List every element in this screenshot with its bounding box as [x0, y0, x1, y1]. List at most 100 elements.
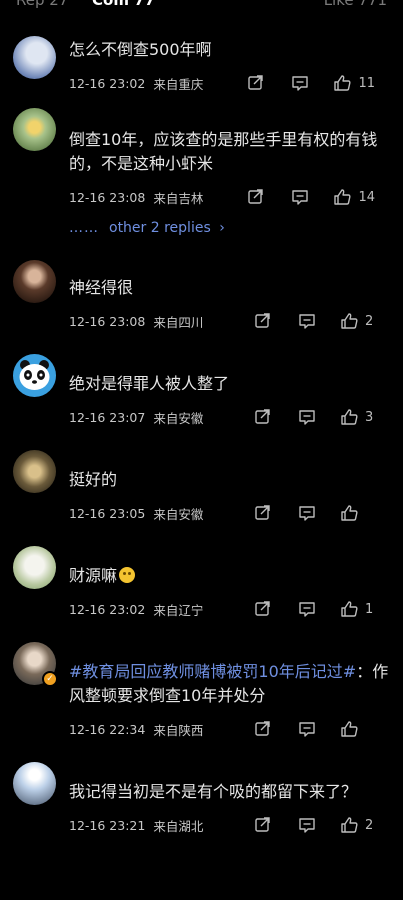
- share-button[interactable]: [254, 816, 272, 834]
- share-icon: [255, 505, 270, 520]
- comment-time: 12-16 23:21: [69, 817, 146, 833]
- avatar[interactable]: [13, 108, 56, 151]
- avatar[interactable]: [13, 762, 56, 805]
- avatar[interactable]: [13, 260, 56, 303]
- comment-item[interactable]: 怎么不倒查500年啊 12-16 23:02 来自重庆 11: [0, 18, 403, 94]
- comment-actions: [254, 718, 375, 740]
- panda-avatar: [19, 360, 50, 390]
- like-icon: [341, 817, 358, 833]
- comment-actions: 11: [247, 72, 375, 94]
- like-button[interactable]: [340, 720, 375, 738]
- comment-icon: [299, 818, 315, 833]
- like-button[interactable]: 11: [333, 74, 375, 92]
- like-icon: [341, 601, 358, 617]
- comment-item[interactable]: 挺好的 12-16 23:05 来自安徽: [0, 428, 403, 524]
- reply-button[interactable]: [298, 408, 316, 426]
- reply-button[interactable]: [298, 816, 316, 834]
- share-icon: [255, 313, 270, 328]
- comment-item[interactable]: 倒查10年，应该查的是那些手里有权的有钱的，不是这种小虾米 12-16 23:0…: [0, 94, 403, 238]
- username[interactable]: [69, 354, 389, 368]
- share-icon: [248, 75, 264, 90]
- comment-icon: [292, 190, 309, 205]
- comment-tabs: Rep 27 Com 77 Like 771: [0, 0, 403, 18]
- comment-actions: 1: [254, 598, 375, 620]
- comment-item[interactable]: 财源嘛 12-16 23:02 来自辽宁 1: [0, 524, 403, 620]
- comment-meta: 12-16 23:21 来自湖北 2: [69, 814, 389, 836]
- comment-item[interactable]: 绝对是得罪人被人整了 12-16 23:07 来自安徽 3: [0, 332, 403, 428]
- tab-likes[interactable]: Like 771: [324, 0, 387, 9]
- share-icon: [255, 817, 270, 832]
- share-icon: [255, 601, 270, 616]
- share-icon: [255, 721, 270, 736]
- like-button[interactable]: 14: [333, 188, 375, 206]
- username[interactable]: [69, 546, 389, 560]
- reply-button[interactable]: [298, 312, 316, 330]
- username[interactable]: [69, 642, 389, 656]
- share-icon: [255, 409, 270, 424]
- comment-text: 挺好的: [69, 470, 118, 489]
- username[interactable]: [69, 762, 389, 776]
- comment-meta: 12-16 23:08 来自吉林 14: [69, 186, 389, 208]
- comment-location: 来自安徽: [153, 410, 204, 426]
- comment-location: 来自重庆: [153, 76, 204, 92]
- more-replies-dots: ……: [69, 220, 99, 236]
- reply-button[interactable]: [291, 188, 309, 206]
- like-icon: [341, 313, 358, 329]
- topic-link[interactable]: #教育局回应教师赌博被罚10年后记过#: [69, 662, 356, 681]
- like-button[interactable]: 2: [340, 816, 375, 834]
- share-icon: [248, 189, 264, 204]
- comment-time: 12-16 23:05: [69, 505, 146, 521]
- avatar[interactable]: [13, 546, 56, 589]
- tab-reposts[interactable]: Rep 27: [16, 0, 68, 9]
- like-icon: [341, 721, 358, 737]
- share-button[interactable]: [247, 74, 265, 92]
- comment-meta: 12-16 23:05 来自安徽: [69, 502, 389, 524]
- username[interactable]: [69, 110, 389, 124]
- smile-emoji-icon: [119, 567, 136, 583]
- reply-button[interactable]: [298, 720, 316, 738]
- comment-text: #教育局回应教师赌博被罚10年后记过#：作风整顿要求倒查10年并处分: [69, 660, 389, 708]
- more-replies-link[interactable]: …… other 2 replies ›: [69, 218, 389, 238]
- tab-comments[interactable]: Com 77: [92, 0, 155, 9]
- comment-text: 财源嘛: [69, 564, 389, 588]
- avatar[interactable]: [13, 450, 56, 493]
- comment-time: 12-16 23:02: [69, 75, 146, 91]
- avatar[interactable]: ✓: [13, 642, 58, 687]
- comment-actions: [254, 502, 375, 524]
- username[interactable]: [69, 450, 389, 464]
- share-button[interactable]: [254, 600, 272, 618]
- avatar[interactable]: [13, 36, 56, 79]
- like-button[interactable]: 2: [340, 312, 375, 330]
- username[interactable]: [69, 258, 389, 272]
- avatar[interactable]: [13, 354, 56, 397]
- reply-button[interactable]: [298, 600, 316, 618]
- comment-item[interactable]: 神经得很 12-16 23:08 来自四川 2: [0, 238, 403, 332]
- comment-meta: 12-16 23:02 来自重庆 11: [69, 72, 389, 94]
- like-icon: [341, 505, 358, 521]
- comment-icon: [292, 76, 309, 91]
- share-button[interactable]: [254, 312, 272, 330]
- reply-button[interactable]: [298, 504, 316, 522]
- comment-text: 我记得当初是不是有个吸的都留下来了？: [69, 782, 358, 801]
- comment-time: 12-16 23:08: [69, 313, 146, 329]
- share-button[interactable]: [254, 720, 272, 738]
- like-icon: [334, 189, 351, 205]
- comment-text: 绝对是得罪人被人整了: [69, 374, 230, 393]
- comment-text: 怎么不倒查500年啊: [69, 40, 212, 59]
- like-count: 2: [365, 313, 374, 329]
- share-button[interactable]: [254, 408, 272, 426]
- comment-actions: 3: [254, 406, 375, 428]
- comment-location: 来自辽宁: [153, 602, 204, 618]
- comment-icon: [299, 602, 315, 617]
- like-button[interactable]: [340, 504, 375, 522]
- comment-item[interactable]: ✓ #教育局回应教师赌博被罚10年后记过#：作风整顿要求倒查10年并处分 12-…: [0, 620, 403, 740]
- comment-time: 12-16 23:02: [69, 601, 146, 617]
- like-button[interactable]: 1: [340, 600, 375, 618]
- like-button[interactable]: 3: [340, 408, 375, 426]
- share-button[interactable]: [254, 504, 272, 522]
- share-button[interactable]: [247, 188, 265, 206]
- comment-item[interactable]: 我记得当初是不是有个吸的都留下来了？ 12-16 23:21 来自湖北 2: [0, 740, 403, 836]
- comment-actions: 2: [254, 310, 375, 332]
- verified-badge-icon: ✓: [42, 671, 58, 687]
- reply-button[interactable]: [291, 74, 309, 92]
